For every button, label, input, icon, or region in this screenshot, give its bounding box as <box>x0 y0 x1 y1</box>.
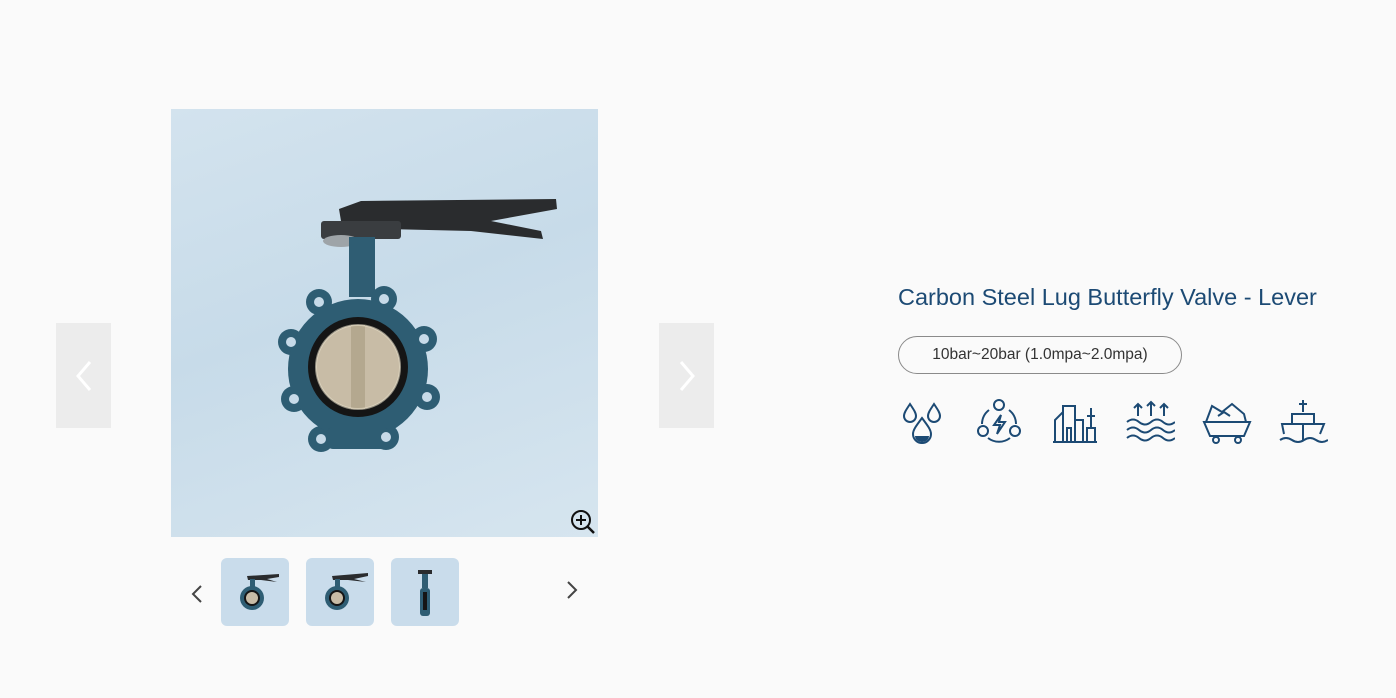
energy-cycle-icon <box>977 399 1021 443</box>
gallery-prev-button[interactable] <box>56 323 111 428</box>
chevron-left-icon <box>191 585 202 603</box>
product-title: Carbon Steel Lug Butterfly Valve - Lever <box>898 284 1317 310</box>
thumbnails-next-button[interactable] <box>564 579 580 601</box>
thumbnails-prev-button[interactable] <box>189 583 205 605</box>
valve-thumbnail-image <box>418 570 432 616</box>
butterfly-valve-image <box>278 199 557 452</box>
chevron-right-icon <box>679 360 695 391</box>
valve-thumbnail-image <box>325 573 368 610</box>
water-drops-icon <box>902 402 942 444</box>
thumbnail-side-view[interactable] <box>391 558 459 626</box>
water-waves-icon <box>1126 400 1175 442</box>
thumbnail-angle-view[interactable] <box>306 558 374 626</box>
chevron-right-icon <box>567 581 578 599</box>
valve-thumbnail-image <box>240 574 279 610</box>
pressure-rating-badge: 10bar~20bar (1.0mpa~2.0mpa) <box>898 336 1182 374</box>
chevron-left-icon <box>75 360 91 391</box>
application-icons <box>900 398 1330 450</box>
ship-icon <box>1279 400 1328 443</box>
gallery-next-button[interactable] <box>659 323 714 428</box>
mining-cart-icon <box>1202 402 1252 444</box>
zoom-in-icon[interactable] <box>570 509 596 535</box>
thumbnail-front-view[interactable] <box>221 558 289 626</box>
industrial-buildings-icon <box>1053 405 1097 443</box>
main-product-image[interactable] <box>171 109 598 537</box>
